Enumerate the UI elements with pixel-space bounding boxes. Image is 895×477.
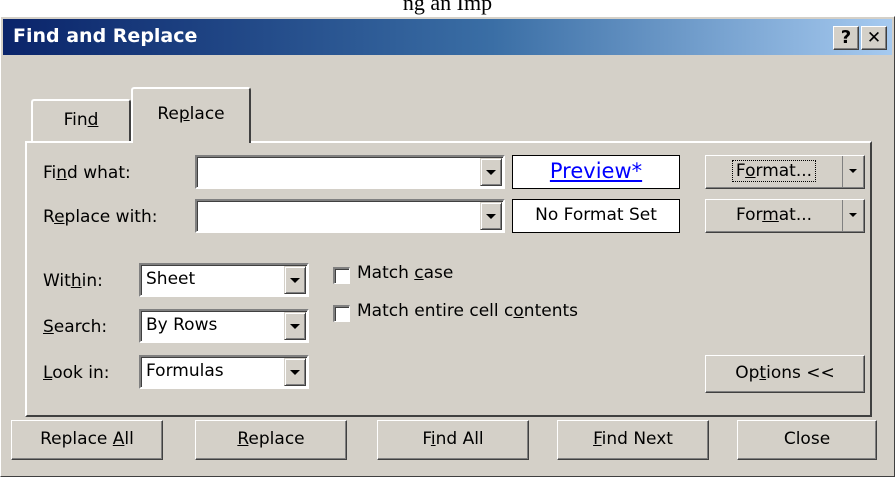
replace-with-label: Replace with: — [43, 207, 158, 227]
match-case-label[interactable]: Match case — [357, 263, 453, 283]
replace-button[interactable]: Replace — [195, 420, 347, 460]
search-select[interactable]: By Rows — [139, 309, 309, 343]
find-preview-text: Preview* — [549, 159, 643, 183]
title-bar[interactable]: Find and Replace ? ✕ — [3, 19, 892, 55]
find-format-arrow-icon[interactable] — [842, 156, 864, 188]
search-value: By Rows — [146, 315, 218, 335]
within-dropdown-icon[interactable] — [284, 266, 306, 294]
tab-find[interactable]: Find — [31, 99, 131, 143]
tab-replace-label-rest: lace — [189, 104, 225, 124]
within-select[interactable]: Sheet — [139, 263, 309, 297]
tab-replace-accel: p — [178, 104, 190, 124]
help-icon: ? — [840, 27, 852, 48]
find-format-preview: Preview* — [512, 155, 680, 189]
replace-tab-panel: Find what: Preview* Format... Replace wi… — [25, 141, 872, 417]
background-document-text: ng an Imp — [402, 0, 493, 15]
replace-format-arrow-icon[interactable] — [842, 200, 864, 232]
tab-find-accel: d — [87, 110, 99, 130]
help-button[interactable]: ? — [833, 26, 859, 50]
find-format-label: Format... — [731, 160, 817, 182]
find-all-button[interactable]: Find All — [377, 420, 529, 460]
within-value: Sheet — [146, 269, 196, 289]
look-in-dropdown-icon[interactable] — [284, 358, 306, 386]
replace-with-dropdown-icon[interactable] — [480, 202, 502, 230]
tab-find-label: Fin — [63, 110, 88, 130]
close-window-button[interactable]: ✕ — [861, 26, 887, 50]
find-what-label: Find what: — [43, 163, 131, 183]
tab-replace-label: Re — [157, 104, 179, 124]
look-in-select[interactable]: Formulas — [139, 355, 309, 389]
find-format-button[interactable]: Format... — [705, 155, 865, 189]
match-entire-cell-label[interactable]: Match entire cell contents — [357, 301, 578, 321]
replace-all-button[interactable]: Replace All — [11, 420, 163, 460]
match-entire-cell-checkbox[interactable] — [333, 305, 350, 322]
find-replace-dialog: Find and Replace ? ✕ Find Replace Find w… — [0, 16, 895, 477]
find-next-button[interactable]: Find Next — [557, 420, 709, 460]
replace-format-label: Format... — [735, 205, 813, 225]
look-in-label: Look in: — [43, 363, 110, 383]
tab-replace[interactable]: Replace — [131, 87, 251, 143]
match-case-checkbox[interactable] — [333, 267, 350, 284]
search-dropdown-icon[interactable] — [284, 312, 306, 340]
close-button[interactable]: Close — [737, 420, 877, 460]
replace-preview-text: No Format Set — [535, 205, 657, 225]
replace-format-preview: No Format Set — [512, 199, 680, 233]
find-what-dropdown-icon[interactable] — [480, 158, 502, 186]
within-label: Within: — [43, 271, 103, 291]
close-icon: ✕ — [866, 28, 882, 48]
replace-with-combo[interactable] — [195, 199, 505, 233]
search-label: Search: — [43, 317, 108, 337]
options-button[interactable]: Options << — [705, 355, 865, 393]
replace-format-button[interactable]: Format... — [705, 199, 865, 233]
dialog-title: Find and Replace — [13, 25, 198, 47]
look-in-value: Formulas — [146, 361, 224, 381]
find-what-combo[interactable] — [195, 155, 505, 189]
